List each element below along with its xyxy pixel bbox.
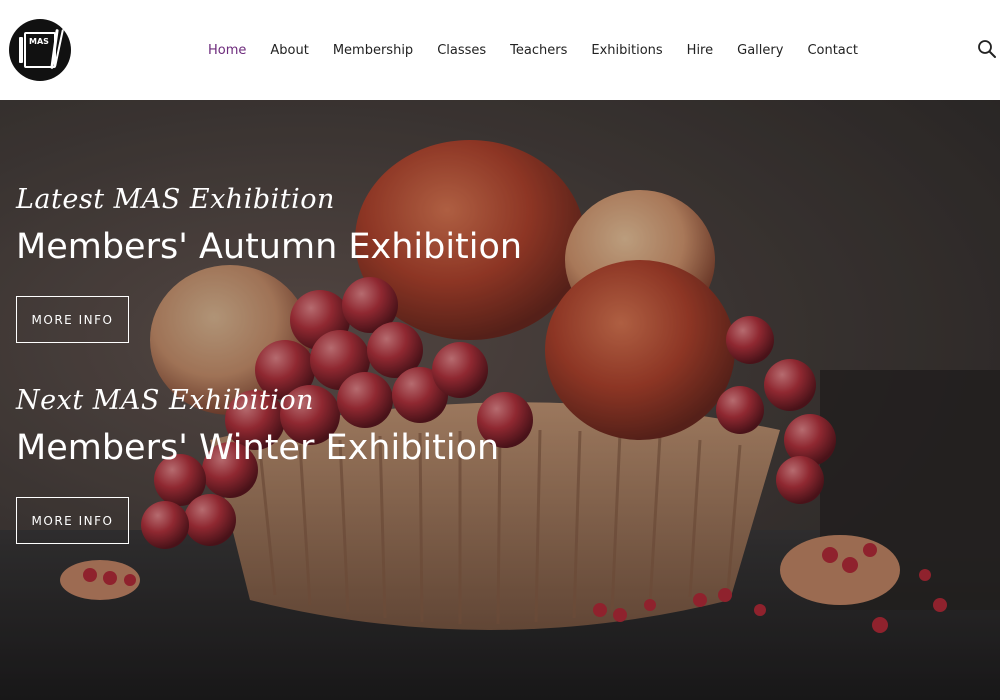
- next-exhibition-title: Members' Winter Exhibition: [16, 428, 500, 468]
- search-icon[interactable]: [977, 39, 997, 59]
- latest-exhibition-subtitle: Latest MAS Exhibition: [16, 184, 335, 215]
- nav-about[interactable]: About: [270, 43, 308, 58]
- latest-exhibition-title: Members' Autumn Exhibition: [16, 227, 523, 267]
- site-logo[interactable]: MAS: [9, 19, 71, 81]
- logo-text: MAS: [29, 37, 49, 46]
- hero-banner: Latest MAS Exhibition Members' Autumn Ex…: [0, 100, 1000, 700]
- main-nav: Home About Membership Classes Teachers E…: [208, 39, 858, 61]
- nav-hire[interactable]: Hire: [687, 43, 713, 58]
- nav-gallery[interactable]: Gallery: [737, 43, 783, 58]
- latest-more-info-button[interactable]: MORE INFO: [16, 296, 129, 343]
- logo-book-spine: [19, 37, 23, 63]
- nav-contact[interactable]: Contact: [807, 43, 858, 58]
- nav-membership[interactable]: Membership: [333, 43, 413, 58]
- site-header: MAS Home About Membership Classes Teache…: [0, 0, 1000, 100]
- nav-exhibitions[interactable]: Exhibitions: [591, 43, 662, 58]
- nav-home[interactable]: Home: [208, 43, 246, 58]
- nav-teachers[interactable]: Teachers: [510, 43, 567, 58]
- next-more-info-button[interactable]: MORE INFO: [16, 497, 129, 544]
- nav-classes[interactable]: Classes: [437, 43, 486, 58]
- next-exhibition-subtitle: Next MAS Exhibition: [16, 385, 314, 416]
